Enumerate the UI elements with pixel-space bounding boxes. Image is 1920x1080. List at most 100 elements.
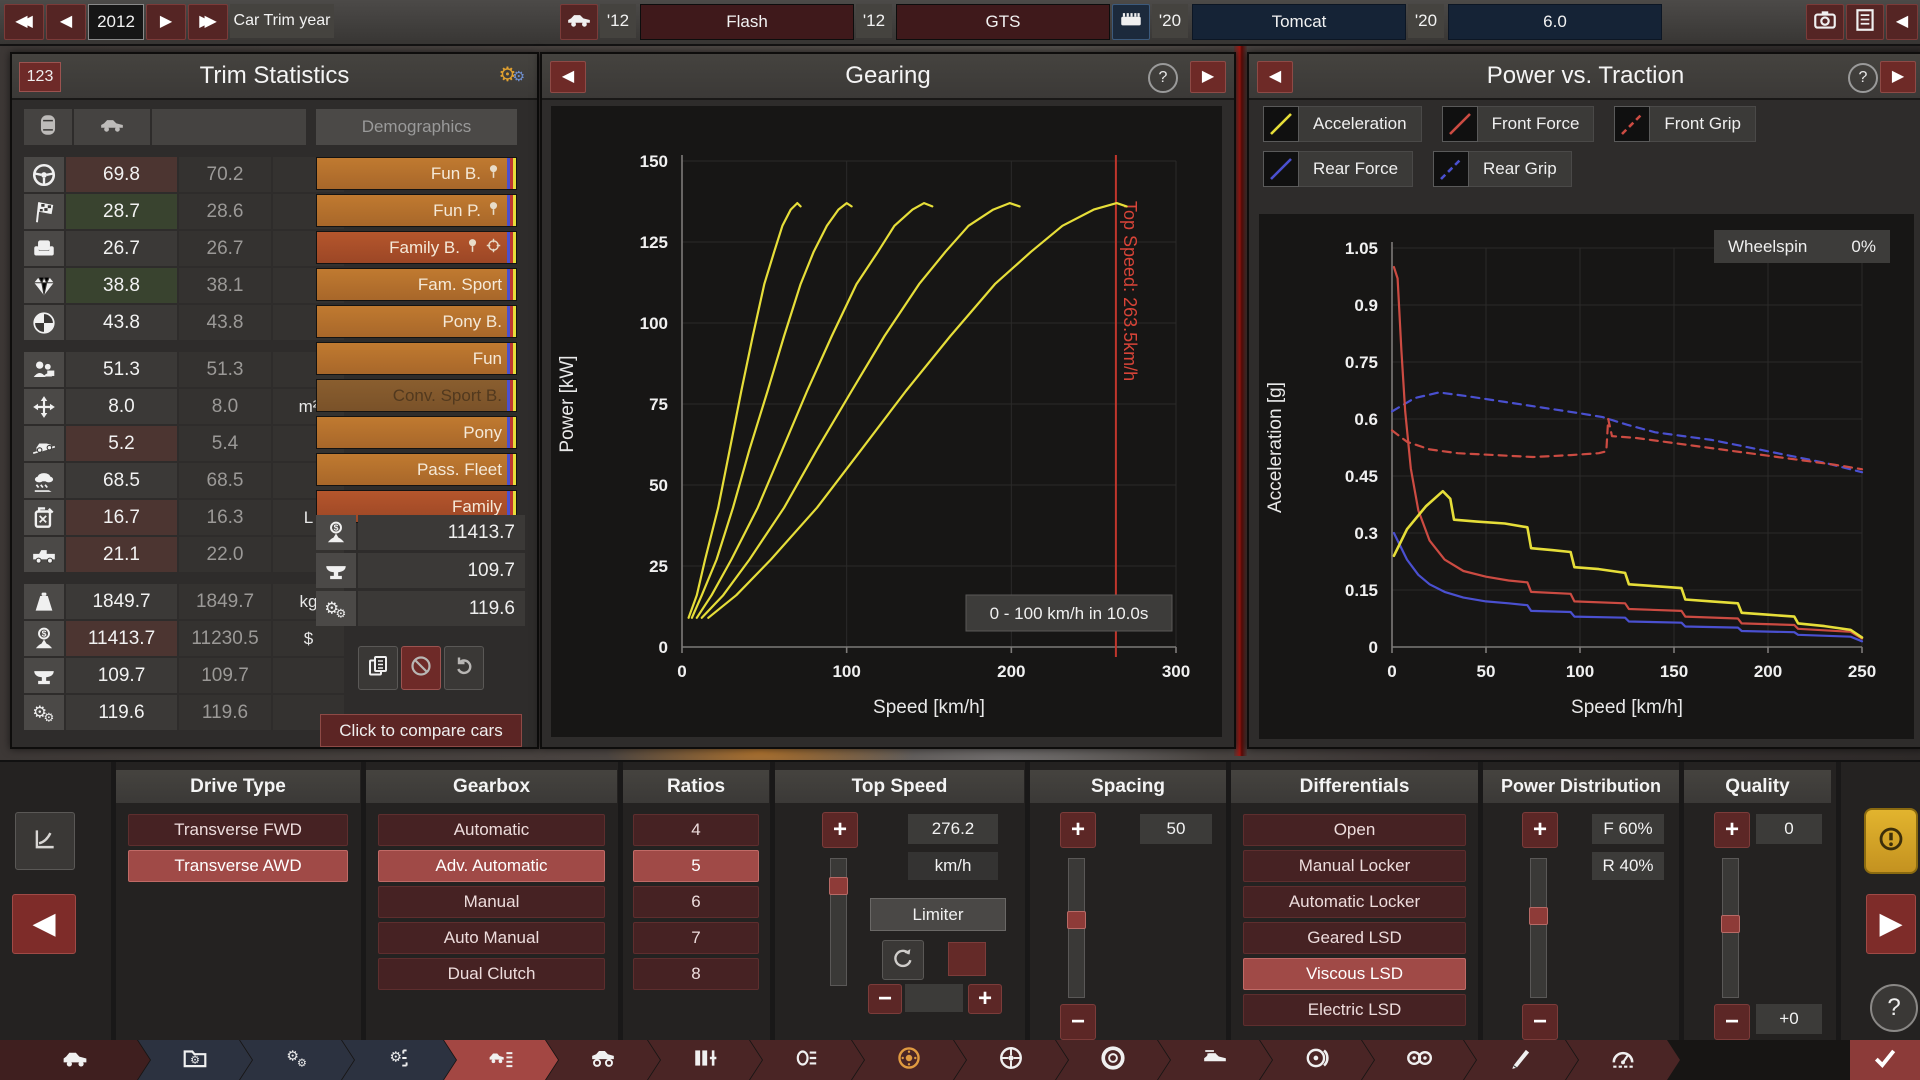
limiter-indicator[interactable] [948,942,986,976]
copy-stats-button[interactable] [358,646,398,690]
top-speed-slider-handle[interactable] [829,877,848,895]
limiter-fine-value[interactable] [905,984,963,1012]
engine-variant-name[interactable]: 6.0 [1448,4,1662,40]
toolbar-tab-lights[interactable] [750,1040,864,1080]
toolbar-tab-gear-ratios[interactable] [648,1040,762,1080]
quality-minus-button[interactable]: − [1714,1004,1750,1040]
tab-car-side[interactable] [74,109,150,145]
demographic-pony-b[interactable]: Pony B. [316,305,517,338]
undo-button[interactable] [444,646,484,690]
next-section-button[interactable]: ▶ [1866,894,1916,954]
limiter-plus-button[interactable]: + [968,984,1002,1014]
car-model-name[interactable]: Flash [640,4,854,40]
legend-toggle-front-force[interactable]: Front Force [1442,106,1595,142]
gearbox-automatic[interactable]: Automatic [378,814,605,846]
gears-count-5[interactable]: 5 [633,850,759,882]
differential-electric-lsd[interactable]: Electric LSD [1243,994,1466,1026]
compare-cars-button[interactable]: Click to compare cars [320,714,522,747]
demographic-fun-p[interactable]: Fun P. [316,194,517,227]
demographic-fun[interactable]: Fun [316,342,517,375]
power-dist-slider-handle[interactable] [1529,907,1548,925]
limiter-reset-button[interactable] [882,940,924,980]
gears-count-7[interactable]: 7 [633,922,759,954]
gearing-next-button[interactable]: ▶ [1190,61,1226,93]
drive-type-transverse-fwd[interactable]: Transverse FWD [128,814,348,846]
year-value[interactable]: 2012 [88,4,144,40]
prev-section-button[interactable]: ◀ [12,894,76,954]
gears-icon[interactable]: ⚙⚙ [499,62,526,87]
gears-count-6[interactable]: 6 [633,886,759,918]
drive-type-transverse-awd[interactable]: Transverse AWD [128,850,348,882]
help-button[interactable]: ? [1870,984,1918,1032]
year-first-button[interactable]: ◀◀ [4,4,44,40]
power-dist-plus-button[interactable]: + [1522,812,1558,848]
toolbar-tab-drivetrain-gears[interactable]: ⚙⚙ [240,1040,354,1080]
toolbar-tab-wheels-pair[interactable] [1362,1040,1476,1080]
back-button[interactable]: ◀ [1886,4,1918,40]
stats-count-badge[interactable]: 123 [19,62,61,92]
limiter-button[interactable]: Limiter [870,898,1006,931]
quality-slider[interactable] [1722,858,1739,998]
toolbar-tab-aero[interactable] [1158,1040,1272,1080]
warning-button[interactable] [1864,808,1918,874]
spacing-slider[interactable] [1068,858,1085,998]
demographic-family-b[interactable]: Family B. [316,231,517,264]
limiter-minus-button[interactable]: − [868,984,902,1014]
traction-help-button[interactable]: ? [1848,63,1878,93]
gearbox-auto-manual[interactable]: Auto Manual [378,922,605,954]
demographic-pass-fleet[interactable]: Pass. Fleet [316,453,517,486]
gearbox-dual-clutch[interactable]: Dual Clutch [378,958,605,990]
year-prev-button[interactable]: ◀ [46,4,86,40]
toolbar-tab-test-gauge[interactable] [1566,1040,1680,1080]
engine-button[interactable] [1112,4,1150,40]
toolbar-tab-car-body[interactable] [0,1040,150,1080]
power-dist-minus-button[interactable]: − [1522,1004,1558,1040]
legend-toggle-rear-force[interactable]: Rear Force [1263,151,1413,187]
power-dist-slider[interactable] [1530,858,1547,998]
differential-open[interactable]: Open [1243,814,1466,846]
gearing-help-button[interactable]: ? [1148,63,1178,93]
summary-button[interactable] [1846,4,1884,40]
demographic-conv-sport-b[interactable]: Conv. Sport B. [316,379,517,412]
gears-count-4[interactable]: 4 [633,814,759,846]
spacing-minus-button[interactable]: − [1060,1004,1096,1040]
quality-value[interactable]: 0 [1756,814,1822,844]
toolbar-tab-brakes[interactable] [1260,1040,1374,1080]
traction-next-button[interactable]: ▶ [1880,61,1916,93]
legend-toggle-front-grip[interactable]: Front Grip [1614,106,1756,142]
quality-plus-button[interactable]: + [1714,812,1750,848]
gearing-prev-button[interactable]: ◀ [550,61,586,93]
toolbar-tab-chassis-wheels[interactable] [546,1040,660,1080]
car-model-button[interactable] [560,4,598,40]
demographic-fam-sport[interactable]: Fam. Sport [316,268,517,301]
differential-geared-lsd[interactable]: Geared LSD [1243,922,1466,954]
year-next-button[interactable]: ▶ [146,4,186,40]
spacing-slider-handle[interactable] [1067,911,1086,929]
gears-count-8[interactable]: 8 [633,958,759,990]
legend-toggle-acceleration[interactable]: Acceleration [1263,106,1422,142]
differential-manual-locker[interactable]: Manual Locker [1243,850,1466,882]
toolbar-tab-gearbox-layout[interactable]: ⚙ [342,1040,456,1080]
toolbar-tab-trim-settings[interactable] [444,1040,558,1080]
gearbox-manual[interactable]: Manual [378,886,605,918]
car-trim-name[interactable]: GTS [896,4,1110,40]
toolbar-tab-rims[interactable] [954,1040,1068,1080]
differential-automatic-locker[interactable]: Automatic Locker [1243,886,1466,918]
year-last-button[interactable]: ▶▶ [188,4,228,40]
spacing-value[interactable]: 50 [1140,814,1212,844]
demographic-pony[interactable]: Pony [316,416,517,449]
toolbar-tab-tires[interactable] [1056,1040,1170,1080]
demographic-fun-b[interactable]: Fun B. [316,157,517,190]
gearbox-adv-automatic[interactable]: Adv. Automatic [378,850,605,882]
toolbar-tab-detailing-pen[interactable] [1464,1040,1578,1080]
top-speed-slider[interactable] [830,858,847,986]
graph-view-button[interactable] [15,812,75,870]
toolbar-tab-engine-folder[interactable]: ⚙ [138,1040,252,1080]
legend-toggle-rear-grip[interactable]: Rear Grip [1433,151,1572,187]
toolbar-tab-brake-disc[interactable] [852,1040,966,1080]
traction-prev-button[interactable]: ◀ [1257,61,1293,93]
quality-slider-handle[interactable] [1721,915,1740,933]
clear-compare-button[interactable] [401,646,441,690]
tab-car-stats[interactable] [24,109,72,145]
toolbar-confirm-button[interactable] [1850,1040,1920,1080]
